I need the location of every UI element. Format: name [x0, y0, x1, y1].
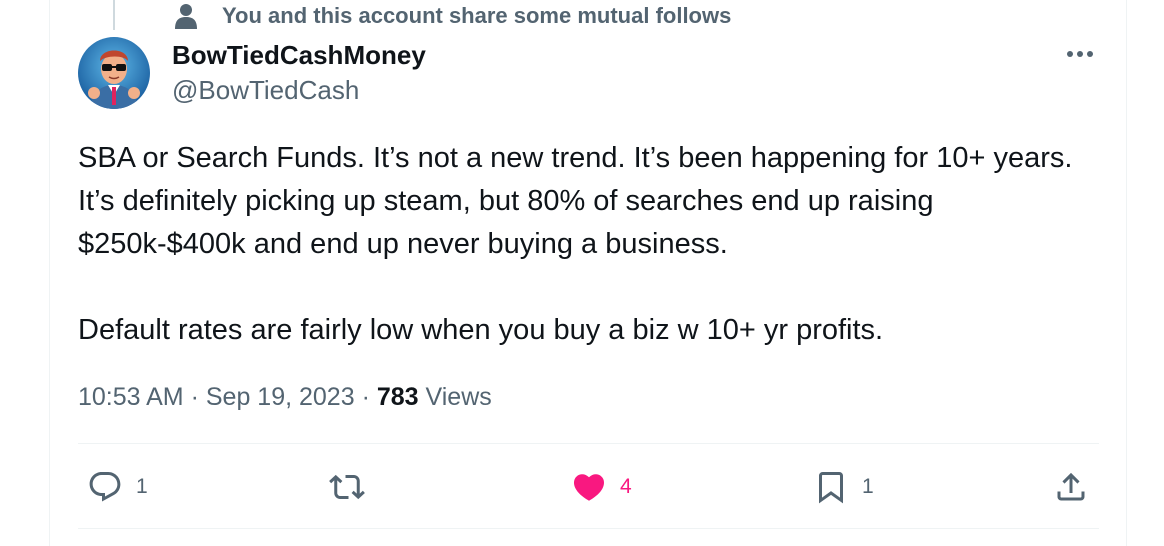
bookmark-count: 1 [862, 475, 874, 498]
tweet-paragraph: SBA or Search Funds. It’s not a new tren… [78, 142, 1081, 260]
heart-icon [570, 468, 608, 506]
views-count: 783 [376, 383, 419, 411]
meta-separator: · [361, 383, 370, 411]
meta-separator: · [190, 383, 199, 411]
author-display-name[interactable]: BowTiedCashMoney [172, 38, 426, 72]
views-label: Views [425, 383, 492, 411]
tweet-date[interactable]: Sep 19, 2023 [206, 383, 355, 411]
bookmark-icon [812, 468, 850, 506]
more-options-button[interactable] [1062, 40, 1098, 68]
retweet-button[interactable] [328, 466, 378, 508]
social-context-text: You and this account share some mutual f… [222, 3, 732, 28]
bookmark-button[interactable]: 1 [812, 466, 874, 508]
tweet-time[interactable]: 10:53 AM [78, 383, 184, 411]
divider [78, 443, 1099, 444]
tweet-metadata: 10:53 AM · Sep 19, 2023 · 783 Views [78, 380, 492, 414]
social-context: You and this account share some mutual f… [172, 2, 731, 30]
user-info: BowTiedCashMoney @BowTiedCash [172, 38, 426, 107]
tweet-paragraph: Default rates are fairly low when you bu… [78, 314, 884, 346]
person-icon [172, 2, 200, 30]
reply-button[interactable]: 1 [86, 466, 148, 508]
avatar[interactable] [78, 37, 150, 109]
like-count: 4 [620, 475, 632, 498]
share-icon [1052, 468, 1090, 506]
share-button[interactable] [1052, 466, 1090, 508]
reply-icon [86, 468, 124, 506]
divider [78, 528, 1099, 529]
author-handle[interactable]: @BowTiedCash [172, 73, 426, 107]
reply-count: 1 [136, 475, 148, 498]
tweet-text: SBA or Search Funds. It’s not a new tren… [78, 137, 1088, 352]
like-button[interactable]: 4 [570, 466, 632, 508]
thread-connector-line [113, 0, 115, 30]
retweet-icon [328, 468, 366, 506]
more-icon [1067, 51, 1093, 57]
